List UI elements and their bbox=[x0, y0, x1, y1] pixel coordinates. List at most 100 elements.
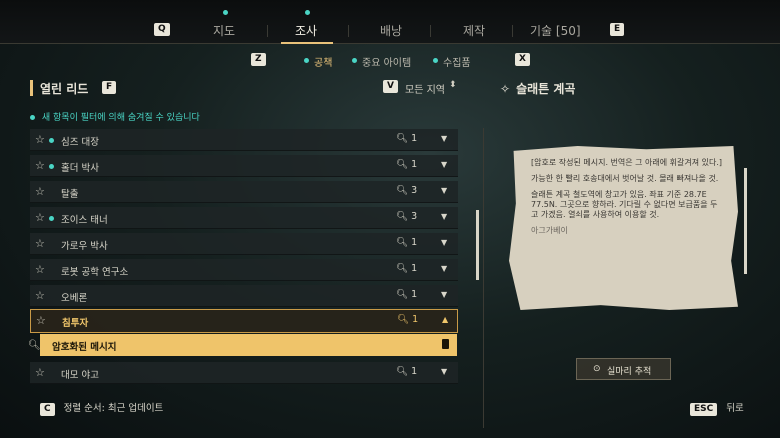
lead-row[interactable]: ☆ 대모 야고 🔍︎ 1 ▼ bbox=[30, 362, 458, 384]
star-icon[interactable]: ☆ bbox=[35, 185, 45, 198]
star-icon[interactable]: ☆ bbox=[35, 237, 45, 250]
sort-label: 정렬 순서: 최근 업데이트 bbox=[63, 403, 164, 414]
subtab-collectibles[interactable]: 수집품 bbox=[443, 54, 471, 69]
top-tabs: Q 지도 조사 배낭 제작 기술 [50] E bbox=[0, 0, 780, 44]
star-icon[interactable]: ☆ bbox=[35, 211, 45, 224]
back-control[interactable]: ESC 뒤로 bbox=[690, 400, 744, 416]
clue-count: 🔍︎ 1 bbox=[396, 237, 417, 248]
tab-investigate[interactable]: 조사 bbox=[295, 22, 317, 39]
prev-subtab-key[interactable]: Z bbox=[251, 53, 266, 66]
tab-separator bbox=[348, 25, 349, 37]
collapse-arrow-icon[interactable]: ▲ bbox=[442, 315, 448, 324]
next-tab-key[interactable]: E bbox=[610, 23, 625, 36]
lead-detail-title: 슬래튼 계곡 bbox=[516, 82, 576, 96]
note-paragraph: 슬래튼 계곡 철도역에 창고가 있음. 좌표 기준 28.7E 77.5N. 그… bbox=[531, 190, 718, 219]
note-scrollbar[interactable] bbox=[744, 168, 747, 274]
lead-row[interactable]: ☆ 조이스 태너 🔍︎ 3 ▼ bbox=[30, 207, 458, 229]
track-clue-button[interactable]: ⊙ 실마리 추적 bbox=[576, 358, 671, 380]
track-clue-label: 실마리 추적 bbox=[607, 367, 652, 377]
star-icon[interactable]: ☆ bbox=[35, 366, 45, 379]
clue-count: 🔍︎ 3 bbox=[396, 185, 417, 196]
clue-count-value: 1 bbox=[411, 159, 418, 170]
lead-row-selected[interactable]: ☆ 침투자 🔍︎ 1 ▲ bbox=[30, 309, 458, 333]
tab-skills[interactable]: 기술 [50] bbox=[530, 22, 581, 39]
magnifier-icon: 🔍︎ bbox=[396, 185, 409, 196]
prev-tab-key[interactable]: Q bbox=[154, 23, 170, 36]
clue-count: 🔍︎ 1 bbox=[396, 159, 417, 170]
lead-row[interactable]: ☆ 심즈 대장 🔍︎ 1 ▼ bbox=[30, 129, 458, 151]
expand-arrow-icon[interactable]: ▼ bbox=[441, 186, 447, 195]
clue-item-encrypted-message[interactable]: 암호화된 메시지 bbox=[40, 334, 457, 356]
document-icon bbox=[442, 339, 449, 349]
tab-investigate-new-dot bbox=[305, 10, 310, 15]
tab-separator bbox=[512, 25, 513, 37]
clue-count-value: 1 bbox=[411, 133, 418, 144]
subtab-key-items-new-dot bbox=[352, 58, 357, 63]
header-accent-bar bbox=[30, 80, 33, 96]
leads-scrollbar[interactable] bbox=[476, 210, 479, 280]
note-signature: 아그가베이 bbox=[531, 226, 568, 235]
tab-map[interactable]: 지도 bbox=[213, 22, 235, 39]
magnifier-icon: 🔍︎ bbox=[396, 263, 409, 274]
sort-toggle-icon: ⬍ bbox=[449, 80, 457, 90]
expand-arrow-icon[interactable]: ▼ bbox=[441, 367, 447, 376]
clue-count-value: 3 bbox=[411, 185, 418, 196]
filter-key[interactable]: F bbox=[102, 81, 117, 94]
new-dot bbox=[49, 138, 54, 143]
lead-name: 탈출 bbox=[61, 189, 79, 200]
lead-row[interactable]: ☆ 가로우 박사 🔍︎ 1 ▼ bbox=[30, 233, 458, 255]
star-icon[interactable]: ☆ bbox=[35, 263, 45, 276]
lead-row[interactable]: ☆ 로봇 공학 연구소 🔍︎ 1 ▼ bbox=[30, 259, 458, 281]
star-icon[interactable]: ☆ bbox=[36, 314, 46, 327]
clue-count: 🔍︎ 1 bbox=[397, 314, 418, 325]
clue-count-value: 3 bbox=[411, 211, 418, 222]
note-paragraph: [암호로 작성된 메시지. 번역은 그 아래에 휘갈겨져 있다.] bbox=[531, 158, 723, 167]
clue-count-value: 1 bbox=[411, 263, 418, 274]
sort-key[interactable]: C bbox=[40, 403, 55, 416]
next-subtab-key[interactable]: X bbox=[515, 53, 530, 66]
compass-icon: ✧ bbox=[500, 82, 511, 96]
region-filter-value: 모든 지역 bbox=[405, 85, 445, 96]
subtab-notebook-new-dot bbox=[304, 58, 309, 63]
tab-backpack[interactable]: 배낭 bbox=[380, 22, 402, 39]
lead-row[interactable]: ☆ 홀더 박사 🔍︎ 1 ▼ bbox=[30, 155, 458, 177]
magnifier-icon: 🔍︎ bbox=[396, 237, 409, 248]
expand-arrow-icon[interactable]: ▼ bbox=[441, 160, 447, 169]
expand-arrow-icon[interactable]: ▼ bbox=[441, 238, 447, 247]
lead-name: 가로우 박사 bbox=[61, 241, 108, 252]
expand-arrow-icon[interactable]: ▼ bbox=[441, 134, 447, 143]
clue-count-value: 1 bbox=[411, 289, 418, 300]
back-label: 뒤로 bbox=[726, 403, 744, 414]
new-dot bbox=[49, 216, 54, 221]
lead-name: 로봇 공학 연구소 bbox=[61, 267, 129, 278]
star-icon[interactable]: ☆ bbox=[35, 159, 45, 172]
note-paragraph: 가능한 한 빨리 호송대에서 벗어날 것. 몰래 빠져나올 것. bbox=[531, 174, 719, 183]
sub-tabs: Z 공책 중요 아이템 수집품 X bbox=[0, 52, 780, 70]
expand-arrow-icon[interactable]: ▼ bbox=[441, 264, 447, 273]
lead-row[interactable]: ☆ 오베론 🔍︎ 1 ▼ bbox=[30, 285, 458, 307]
lead-name: 대모 야고 bbox=[61, 370, 99, 381]
tab-separator bbox=[430, 25, 431, 37]
lead-row[interactable]: ☆ 탈출 🔍︎ 3 ▼ bbox=[30, 181, 458, 203]
clue-magnifier-icon: 🔍︎ bbox=[28, 340, 41, 351]
clue-count: 🔍︎ 1 bbox=[396, 366, 417, 377]
subtab-notebook[interactable]: 공책 bbox=[314, 54, 332, 69]
open-leads-title: 열린 리드 bbox=[40, 82, 89, 96]
tab-crafting[interactable]: 제작 bbox=[463, 22, 485, 39]
magnifier-icon: 🔍︎ bbox=[396, 366, 409, 377]
clue-count-value: 1 bbox=[412, 314, 419, 325]
expand-arrow-icon[interactable]: ▼ bbox=[441, 290, 447, 299]
region-filter-key[interactable]: V bbox=[383, 80, 398, 93]
subtab-key-items[interactable]: 중요 아이템 bbox=[362, 54, 411, 69]
clue-count-value: 1 bbox=[411, 366, 418, 377]
track-icon: ⊙ bbox=[593, 364, 601, 374]
active-tab-indicator bbox=[281, 42, 333, 44]
lead-name: 심즈 대장 bbox=[61, 137, 99, 148]
back-key[interactable]: ESC bbox=[690, 403, 718, 416]
star-icon[interactable]: ☆ bbox=[35, 289, 45, 302]
clue-item-label: 암호화된 메시지 bbox=[52, 342, 117, 353]
star-icon[interactable]: ☆ bbox=[35, 133, 45, 146]
magnifier-icon: 🔍︎ bbox=[396, 211, 409, 222]
sort-control[interactable]: C 정렬 순서: 최근 업데이트 bbox=[40, 400, 163, 416]
expand-arrow-icon[interactable]: ▼ bbox=[441, 212, 447, 221]
